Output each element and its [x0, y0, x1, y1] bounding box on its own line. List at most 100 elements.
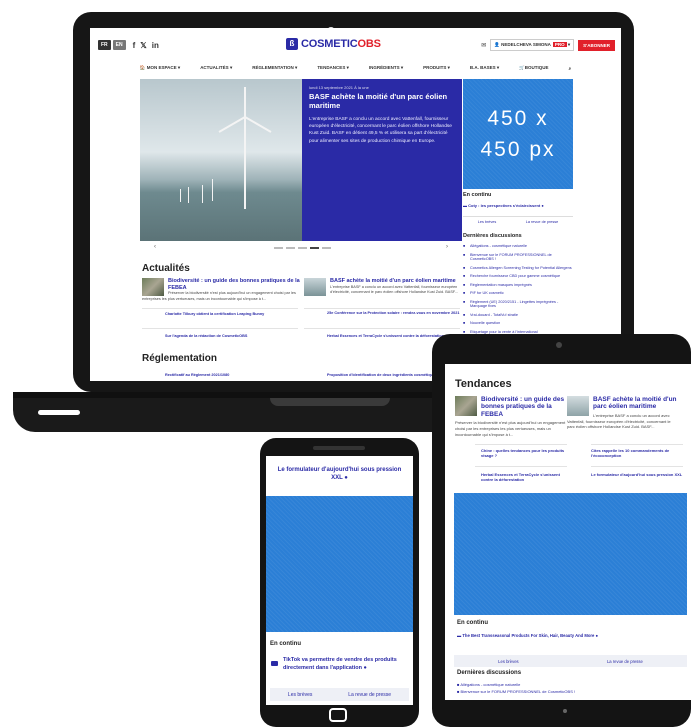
user-menu[interactable]: 👤 NEDELCHEVA SIMONA PRO ▾: [490, 39, 575, 51]
phone-continu-title: En continu: [270, 641, 301, 647]
ad-placeholder[interactable]: 450 x 450 px: [463, 79, 573, 189]
nav-actualites[interactable]: ACTUALITÉS ▾: [200, 65, 232, 71]
divider: [304, 308, 460, 309]
envelope-icon[interactable]: ✉: [481, 42, 486, 49]
article-link[interactable]: Chine : quelles tendances pour les produ…: [481, 448, 565, 458]
nav-tendances[interactable]: TENDANCES ▾: [317, 65, 349, 71]
divider: [142, 308, 298, 309]
tablet-tabs: Les brèves La revue de presse: [454, 655, 687, 667]
article-title[interactable]: BASF achète la moitié d'un parc éolien m…: [304, 278, 464, 285]
section-actualites-title: Actualités: [142, 263, 190, 274]
article-thumbnail: [304, 278, 326, 296]
search-icon[interactable]: ⌕: [569, 66, 572, 71]
tab-breves[interactable]: Les brèves: [288, 692, 312, 698]
phone-home-button[interactable]: [329, 708, 347, 722]
logo-mark-icon: ß: [286, 38, 298, 50]
tab-breves[interactable]: Les brèves: [478, 220, 497, 224]
phone-continu-item[interactable]: TikTok va permettre de vendre des produi…: [283, 657, 407, 672]
slider-next-icon[interactable]: ›: [446, 244, 448, 250]
slider-controls: ‹ ›: [140, 242, 462, 254]
article-link[interactable]: 25e Conférence sur la Protection solaire…: [327, 311, 460, 316]
article-link[interactable]: Sur l'agenda de la rédaction de Cosmetic…: [165, 334, 295, 339]
reglementation-item[interactable]: Rectificatif au Règlement 2021/1080: [165, 373, 295, 377]
news-icon: [271, 661, 278, 666]
tablet-discussions-title: Dernières discussions: [457, 670, 522, 676]
site-logo[interactable]: ß COSMETICOBS: [286, 38, 381, 50]
discussion-item[interactable]: Recherche fournisseur CBD pour gamme cos…: [463, 274, 573, 279]
discussion-item[interactable]: Réglementation masques imprégnés: [463, 283, 573, 288]
section-reglementation-title: Réglementation: [142, 353, 218, 364]
slider-dot-active[interactable]: [310, 247, 319, 249]
discussion-item[interactable]: PIF for UK cosmetic: [463, 291, 573, 296]
tablet-camera: [556, 342, 562, 348]
article-thumbnail: [567, 396, 589, 416]
article-link[interactable]: Charlotte Tilbury obtient la certificati…: [165, 312, 295, 317]
nav-reglementation[interactable]: RÉGLEMENTATION ▾: [252, 65, 297, 71]
sidebar-tabs: Les brèves La revue de presse: [463, 216, 573, 227]
divider: [304, 328, 460, 329]
tablet-article-card[interactable]: BASF achète la moitié d'un parc éolien m…: [567, 396, 679, 430]
divider: [591, 466, 683, 467]
slider-prev-icon[interactable]: ‹: [154, 244, 156, 250]
slider-dot[interactable]: [322, 247, 331, 249]
tab-breves[interactable]: Les brèves: [498, 659, 518, 664]
nav-ingredients[interactable]: INGRÉDIENTS ▾: [369, 65, 403, 71]
phone-speaker: [313, 446, 365, 450]
nav-ba-bases[interactable]: B.A. BASES ▾: [470, 65, 499, 71]
discussion-item[interactable]: Bienvenue sur le FORUM PROFESSIONNEL de …: [463, 253, 573, 262]
discussion-item[interactable]: ■ Allégations - cosmétique naturelle: [457, 682, 520, 687]
phone-ad-placeholder[interactable]: [266, 496, 413, 632]
hero-text-panel: lundi 13 septembre 2021 À la une BASF ac…: [302, 79, 462, 241]
slider-dot[interactable]: [274, 247, 283, 249]
article-excerpt: Préserver la biodiversité n'est plus auj…: [142, 291, 296, 301]
tablet-screen: Tendances Biodiversité : un guide des bo…: [445, 364, 691, 700]
lang-en[interactable]: EN: [112, 40, 126, 50]
discussion-item[interactable]: ■ Bienvenue sur le FORUM PROFESSIONNEL d…: [457, 689, 575, 694]
tablet-continu-item[interactable]: ▬ The Best Transseasonal Products For Sk…: [457, 633, 683, 638]
subscribe-button[interactable]: S'ABONNER: [578, 39, 615, 51]
nav-produits[interactable]: PRODUITS ▾: [423, 65, 450, 71]
article-link[interactable]: Le formulateur d'aujourd'hui sous pressi…: [591, 472, 685, 477]
phone-article-title[interactable]: Le formulateur d'aujourd'hui sous pressi…: [274, 466, 405, 483]
article-card[interactable]: BASF achète la moitié d'un parc éolien m…: [304, 278, 464, 296]
facebook-icon[interactable]: f: [133, 41, 136, 50]
tab-revue[interactable]: La revue de presse: [526, 220, 559, 224]
article-link[interactable]: Herbal Essences et TerraCycle s'unissent…: [481, 472, 565, 482]
divider: [142, 328, 298, 329]
article-thumbnail: [455, 396, 477, 416]
nav-boutique[interactable]: 🛒BOUTIQUE: [519, 65, 548, 71]
phone-tabs: Les brèves La revue de presse: [270, 688, 409, 701]
linkedin-icon[interactable]: in: [152, 41, 159, 50]
sidebar-continu-item[interactable]: ▬ Coty : les perspectives s'éclaircissen…: [463, 203, 573, 208]
article-thumbnail: [142, 278, 164, 296]
slider-dot[interactable]: [298, 247, 307, 249]
discussion-item[interactable]: Vrai-douard - TotalVu! stratie: [463, 313, 573, 318]
discussion-item[interactable]: Règlement (UE) 2020/2151 - Lingettes imp…: [463, 300, 573, 309]
hero-title[interactable]: BASF achète la moitié d'un parc éolien m…: [309, 92, 455, 110]
tablet-ad-placeholder[interactable]: [454, 493, 687, 615]
laptop-screen: FR EN f 𝕏 in ß COSMETICOBS ✉ 👤 NEDELCHEV…: [90, 28, 621, 381]
twitter-icon[interactable]: 𝕏: [140, 41, 146, 50]
tablet-article-card[interactable]: Biodiversité : un guide des bonnes prati…: [455, 396, 567, 437]
divider: [475, 444, 567, 445]
nav-mon-espace[interactable]: 🏠 MON ESPACE ▾: [140, 65, 180, 71]
phone-screen: Le formulateur d'aujourd'hui sous pressi…: [266, 456, 413, 705]
hero-slider[interactable]: lundi 13 septembre 2021 À la une BASF ac…: [140, 79, 462, 241]
slider-dot[interactable]: [286, 247, 295, 249]
discussion-item[interactable]: Nouvelle question: [463, 321, 573, 326]
tab-revue[interactable]: La revue de presse: [348, 692, 391, 698]
article-link[interactable]: Cites rappelle les 10 commandements de l…: [591, 448, 685, 458]
article-card[interactable]: Biodiversité : un guide des bonnes prati…: [142, 278, 302, 302]
discussion-item[interactable]: Cosmetics Allergen Screening Testing for…: [463, 266, 573, 271]
main-nav: 🏠 MON ESPACE ▾ ACTUALITÉS ▾ RÉGLEMENTATI…: [90, 62, 621, 74]
pro-badge: PRO: [552, 42, 567, 47]
article-title[interactable]: Biodiversité : un guide des bonnes prati…: [142, 278, 302, 291]
lang-fr[interactable]: FR: [98, 40, 111, 50]
divider: [591, 444, 683, 445]
slider-dots: [274, 247, 331, 249]
tab-revue[interactable]: La revue de presse: [607, 659, 643, 664]
divider: [475, 466, 567, 467]
tablet-section-title: Tendances: [455, 378, 512, 390]
discussion-item[interactable]: Allégations - cosmétique naturelle: [463, 244, 573, 249]
tablet-home-indicator: [563, 709, 567, 713]
